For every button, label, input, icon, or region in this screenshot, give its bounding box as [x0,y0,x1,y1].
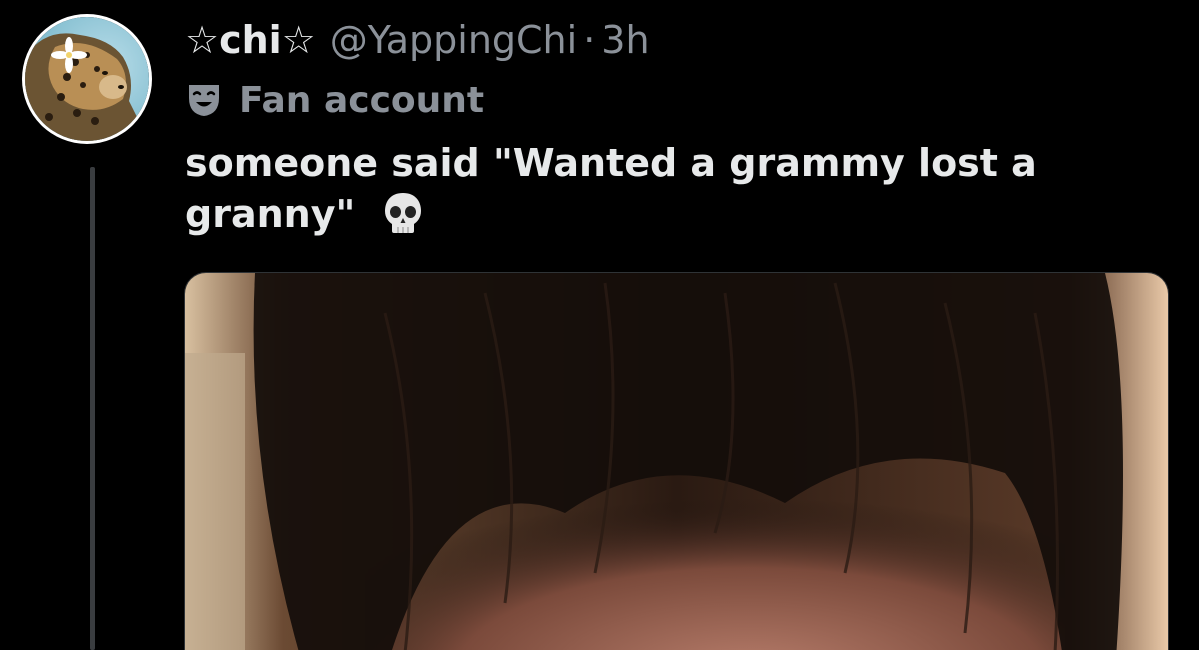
thread-line [90,167,95,650]
avatar[interactable] [25,17,149,141]
skull-emoji-icon [384,193,421,233]
leopard-avatar-icon [25,33,149,141]
tweet[interactable]: ☆chi☆ @YappingChi · 3h Fan account someo… [0,0,1199,650]
tweet-text-main: someone said "Wanted a grammy lost a gra… [185,141,1037,236]
photo-image [185,273,1168,650]
theater-mask-icon [189,85,219,116]
separator-dot: · [583,18,596,62]
tweet-media-photo[interactable] [184,272,1169,650]
tweet-text: someone said "Wanted a grammy lost a gra… [185,138,1145,240]
display-name[interactable]: ☆chi☆ [185,18,316,62]
account-label-text: Fan account [239,79,485,121]
account-label: Fan account [185,76,484,124]
timestamp[interactable]: 3h [601,18,649,62]
user-handle[interactable]: @YappingChi [330,18,577,62]
tweet-header: ☆chi☆ @YappingChi · 3h [185,14,650,66]
